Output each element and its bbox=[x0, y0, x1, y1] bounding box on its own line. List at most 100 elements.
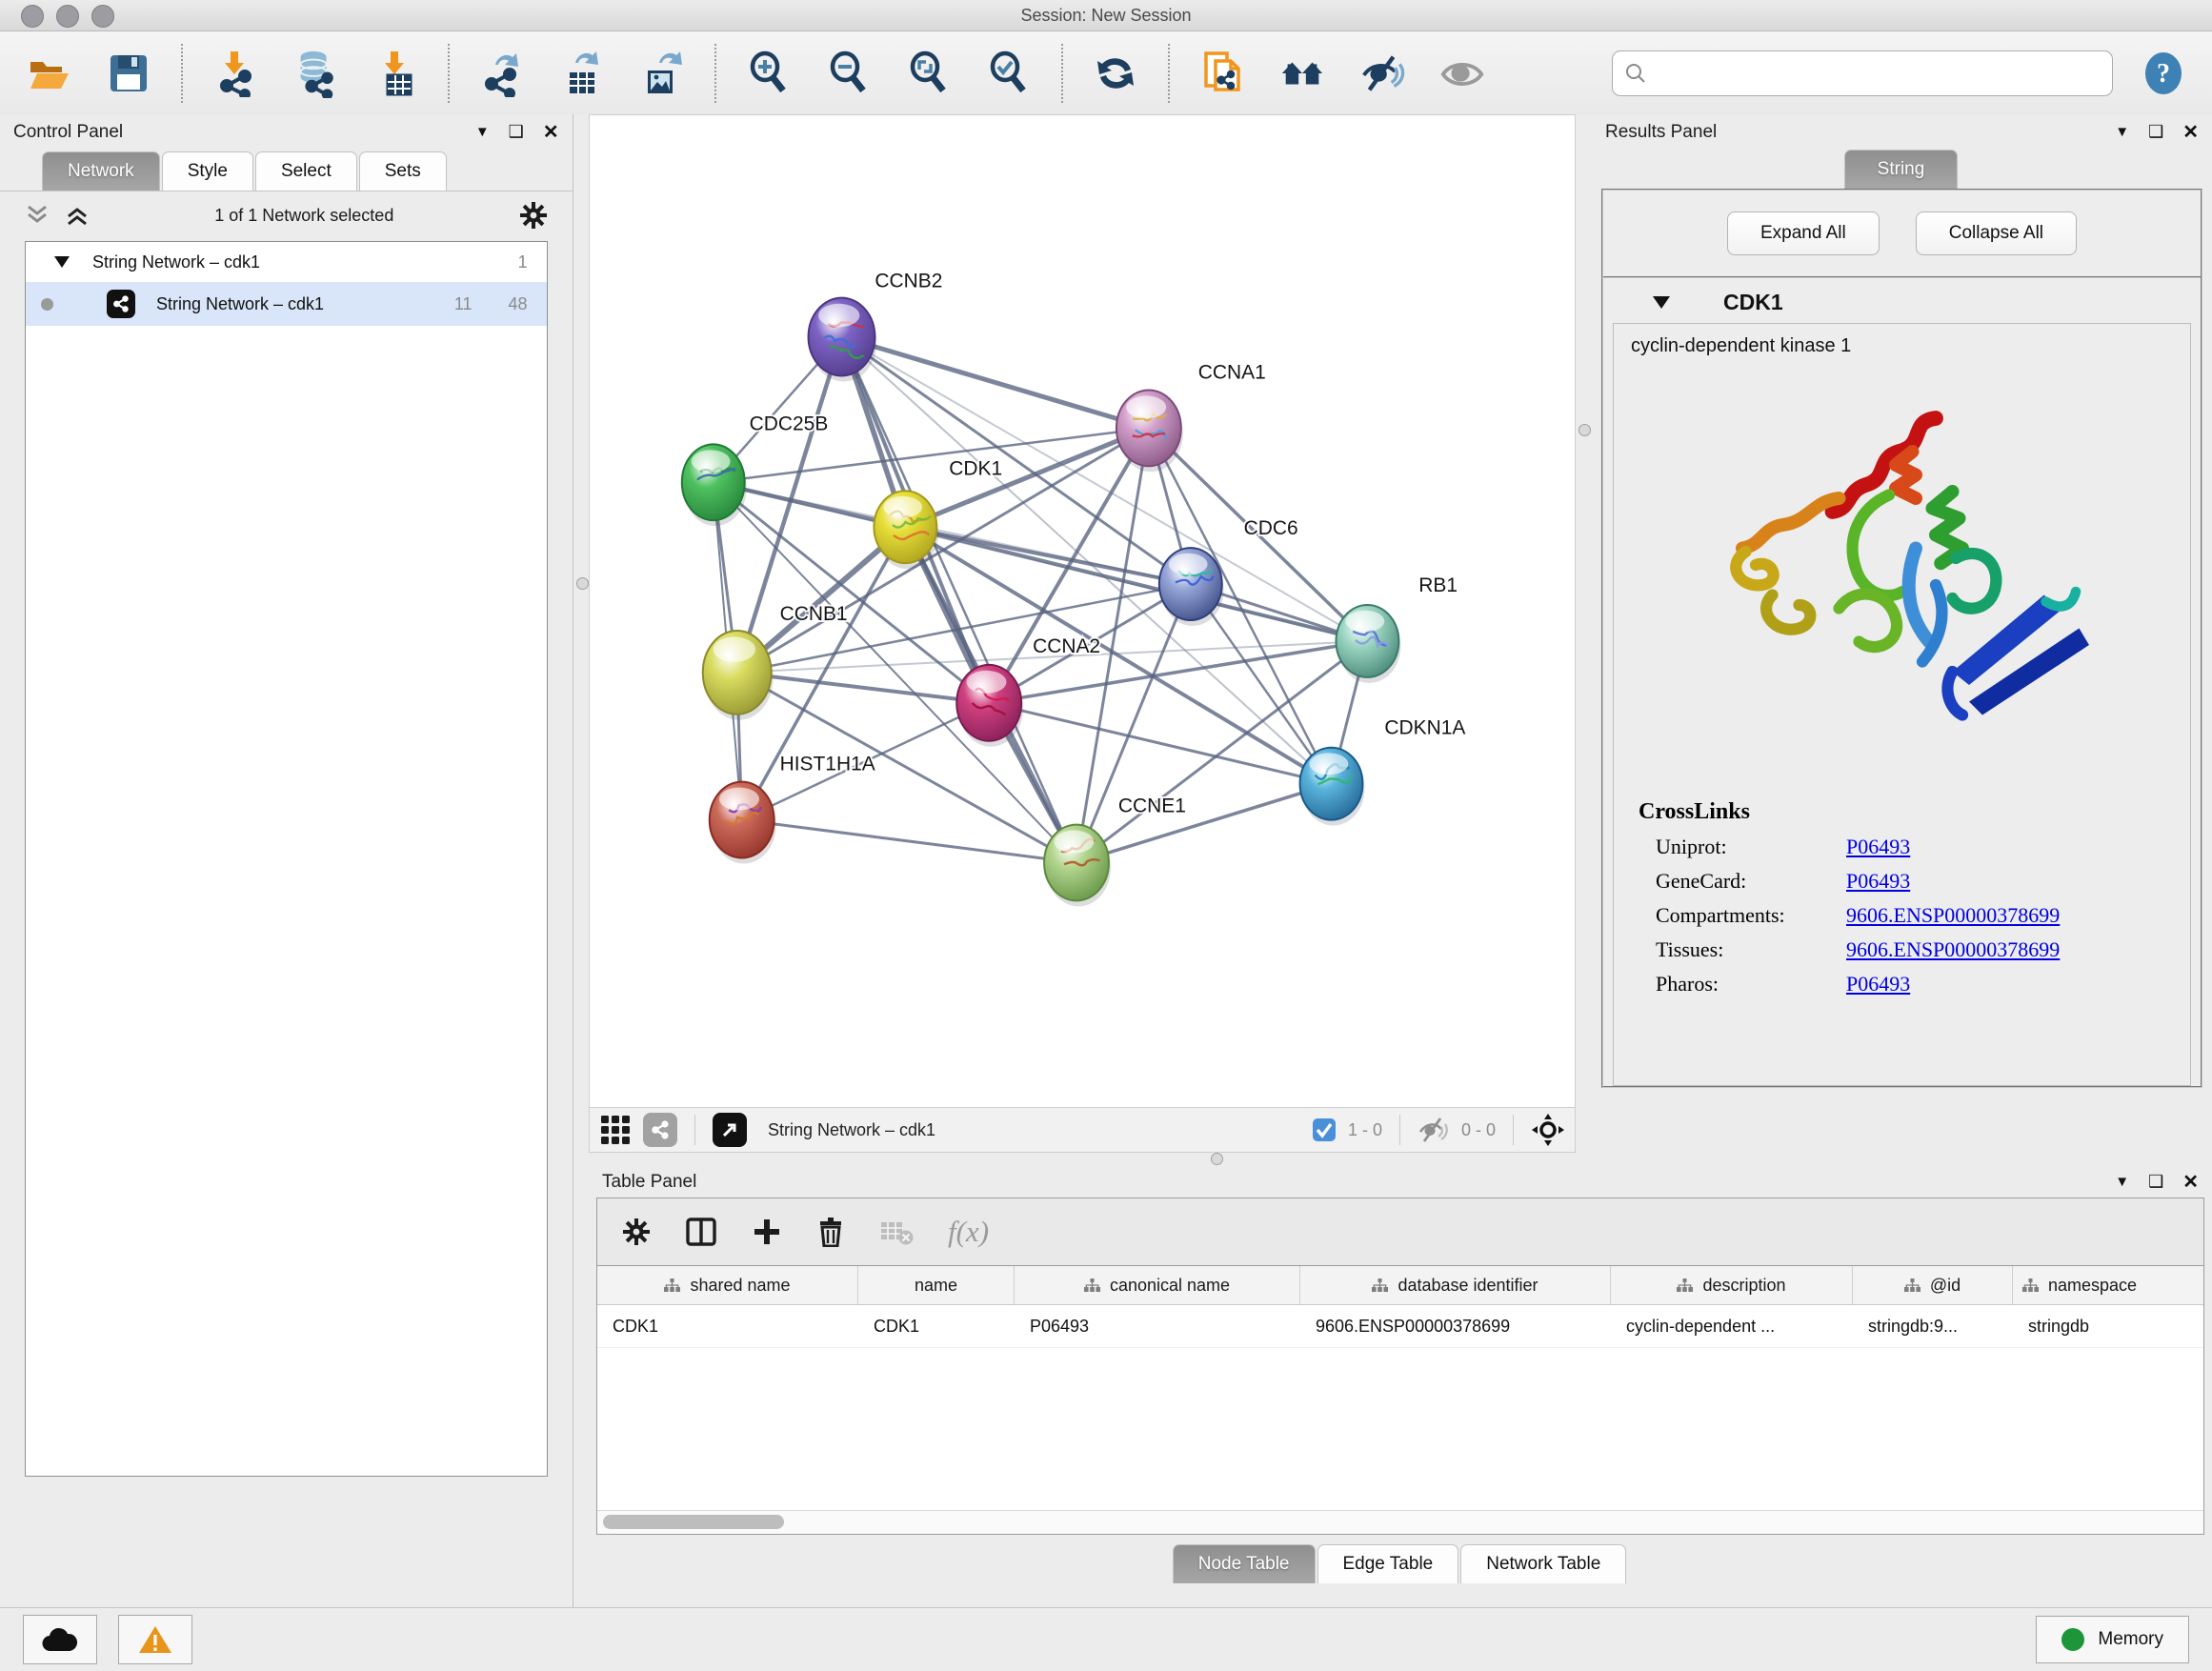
expand-all-icon[interactable] bbox=[65, 203, 90, 228]
tab-sets[interactable]: Sets bbox=[359, 151, 447, 191]
network-node-CCNA2[interactable] bbox=[956, 665, 1023, 747]
maximize-window-button[interactable] bbox=[91, 5, 114, 28]
control-panel-menu-icon[interactable]: ▼ bbox=[475, 124, 490, 140]
network-node-HIST1H1A[interactable] bbox=[710, 782, 776, 864]
crosslink-link[interactable]: 9606.ENSP00000378699 bbox=[1846, 937, 2060, 962]
right-splitter[interactable] bbox=[1576, 114, 1592, 1164]
crosslink-link[interactable]: P06493 bbox=[1846, 972, 1910, 997]
tab-select[interactable]: Select bbox=[255, 151, 357, 191]
table-cell[interactable]: 9606.ENSP00000378699 bbox=[1300, 1305, 1611, 1347]
tree-expander-icon[interactable] bbox=[54, 256, 70, 268]
network-view-icon[interactable] bbox=[643, 1113, 677, 1147]
table-gear-icon[interactable] bbox=[622, 1218, 651, 1246]
network-graph[interactable]: CCNB2CCNA1CDC25BCDK1CDC6RB1CCNB1CCNA2CDK… bbox=[590, 115, 1575, 1107]
table-panel-close-icon[interactable]: ✕ bbox=[2182, 1170, 2199, 1194]
collapse-all-icon[interactable] bbox=[25, 203, 50, 228]
zoom-selected-button[interactable] bbox=[985, 50, 1033, 97]
results-panel-close-icon[interactable]: ✕ bbox=[2182, 120, 2199, 144]
collapse-all-button[interactable]: Collapse All bbox=[1916, 211, 2077, 255]
memory-button[interactable]: Memory bbox=[2036, 1616, 2189, 1663]
scrollbar-thumb[interactable] bbox=[603, 1515, 784, 1529]
network-node-CDC25B[interactable] bbox=[682, 444, 747, 526]
crosslink-link[interactable]: 9606.ENSP00000378699 bbox=[1846, 903, 2060, 928]
control-panel-close-icon[interactable]: ✕ bbox=[543, 120, 559, 144]
column-header-name[interactable]: name bbox=[858, 1266, 1015, 1304]
table-cell[interactable]: stringdb:9... bbox=[1853, 1305, 2013, 1347]
control-panel-float-icon[interactable]: ❑ bbox=[509, 122, 524, 142]
export-network-button[interactable] bbox=[478, 50, 526, 97]
first-neighbors-button[interactable] bbox=[1278, 50, 1326, 97]
column-header--id[interactable]: @id bbox=[1853, 1266, 2013, 1304]
import-table-button[interactable] bbox=[372, 50, 419, 97]
delete-column-icon[interactable] bbox=[816, 1217, 845, 1247]
network-node-CDK1[interactable] bbox=[874, 491, 938, 569]
column-header-namespace[interactable]: namespace bbox=[2013, 1266, 2203, 1304]
network-row[interactable]: String Network – cdk1 11 48 bbox=[26, 282, 547, 326]
tab-string[interactable]: String bbox=[1844, 150, 1959, 189]
table-cell[interactable]: stringdb bbox=[2013, 1305, 2203, 1347]
selected-checkbox-icon[interactable] bbox=[1312, 1117, 1337, 1142]
export-table-button[interactable] bbox=[558, 50, 606, 97]
crosslink-link[interactable]: P06493 bbox=[1846, 835, 1910, 859]
save-session-button[interactable] bbox=[105, 50, 152, 97]
minimize-window-button[interactable] bbox=[56, 5, 79, 28]
network-edge[interactable] bbox=[841, 337, 1148, 429]
network-node-RB1[interactable] bbox=[1336, 605, 1400, 683]
left-splitter[interactable] bbox=[573, 114, 589, 1608]
clone-network-button[interactable] bbox=[1198, 50, 1246, 97]
table-panel-float-icon[interactable]: ❑ bbox=[2148, 1172, 2163, 1192]
network-edge[interactable] bbox=[1076, 784, 1331, 863]
network-node-CDKN1A[interactable] bbox=[1300, 748, 1365, 826]
network-node-CCNB2[interactable] bbox=[809, 298, 877, 382]
results-panel-float-icon[interactable]: ❑ bbox=[2148, 122, 2163, 142]
help-button[interactable]: ? bbox=[2140, 50, 2187, 97]
network-node-CCNE1[interactable] bbox=[1044, 825, 1111, 907]
table-horizontal-scrollbar[interactable] bbox=[597, 1510, 2203, 1534]
table-cell[interactable]: P06493 bbox=[1015, 1305, 1300, 1347]
horizontal-splitter[interactable] bbox=[589, 1153, 1576, 1164]
table-row[interactable]: CDK1CDK1P064939606.ENSP00000378699cyclin… bbox=[597, 1305, 2203, 1348]
import-network-button[interactable] bbox=[211, 50, 259, 97]
expand-all-button[interactable]: Expand All bbox=[1727, 211, 1880, 255]
network-node-CCNB1[interactable] bbox=[703, 631, 774, 720]
column-header-shared-name[interactable]: shared name bbox=[597, 1266, 858, 1304]
zoom-in-button[interactable] bbox=[745, 50, 793, 97]
zoom-fit-button[interactable] bbox=[905, 50, 953, 97]
search-box[interactable] bbox=[1612, 50, 2113, 96]
network-canvas[interactable]: CCNB2CCNA1CDC25BCDK1CDC6RB1CCNB1CCNA2CDK… bbox=[589, 114, 1576, 1108]
close-window-button[interactable] bbox=[21, 5, 44, 28]
zoom-out-button[interactable] bbox=[825, 50, 873, 97]
birds-eye-view-icon[interactable] bbox=[713, 1113, 747, 1147]
search-input[interactable] bbox=[1655, 63, 2101, 85]
tab-edge-table[interactable]: Edge Table bbox=[1317, 1544, 1459, 1583]
open-session-button[interactable] bbox=[25, 50, 72, 97]
column-header-description[interactable]: description bbox=[1611, 1266, 1853, 1304]
tab-node-table[interactable]: Node Table bbox=[1173, 1544, 1316, 1583]
gear-icon[interactable] bbox=[519, 201, 548, 230]
network-edge[interactable] bbox=[989, 703, 1331, 784]
table-cell[interactable]: CDK1 bbox=[597, 1305, 858, 1347]
add-column-icon[interactable] bbox=[752, 1217, 782, 1247]
tab-style[interactable]: Style bbox=[162, 151, 253, 191]
results-panel-menu-icon[interactable]: ▼ bbox=[2115, 124, 2129, 140]
network-edge[interactable] bbox=[841, 337, 1367, 641]
grid-view-icon[interactable] bbox=[599, 1114, 632, 1146]
cloud-button[interactable] bbox=[23, 1615, 97, 1664]
network-node-CDC6[interactable] bbox=[1159, 548, 1224, 626]
crosslink-link[interactable]: P06493 bbox=[1846, 869, 1910, 894]
tab-network[interactable]: Network bbox=[42, 151, 160, 191]
hide-selected-button[interactable] bbox=[1358, 50, 1406, 97]
pan-crosshair-icon[interactable] bbox=[1531, 1113, 1565, 1147]
entry-expander-icon[interactable] bbox=[1653, 296, 1670, 309]
network-collection-row[interactable]: String Network – cdk1 1 bbox=[26, 242, 547, 282]
apply-layout-button[interactable] bbox=[1092, 50, 1139, 97]
network-edge[interactable] bbox=[737, 673, 989, 703]
warnings-button[interactable] bbox=[118, 1615, 192, 1664]
import-network-from-database-button[interactable] bbox=[292, 50, 339, 97]
table-cell[interactable]: CDK1 bbox=[858, 1305, 1015, 1347]
export-image-button[interactable] bbox=[638, 50, 686, 97]
table-cell[interactable]: cyclin-dependent ... bbox=[1611, 1305, 1853, 1347]
network-edge[interactable] bbox=[742, 820, 1076, 863]
table-panel-menu-icon[interactable]: ▼ bbox=[2115, 1174, 2129, 1190]
show-columns-icon[interactable] bbox=[685, 1216, 717, 1248]
